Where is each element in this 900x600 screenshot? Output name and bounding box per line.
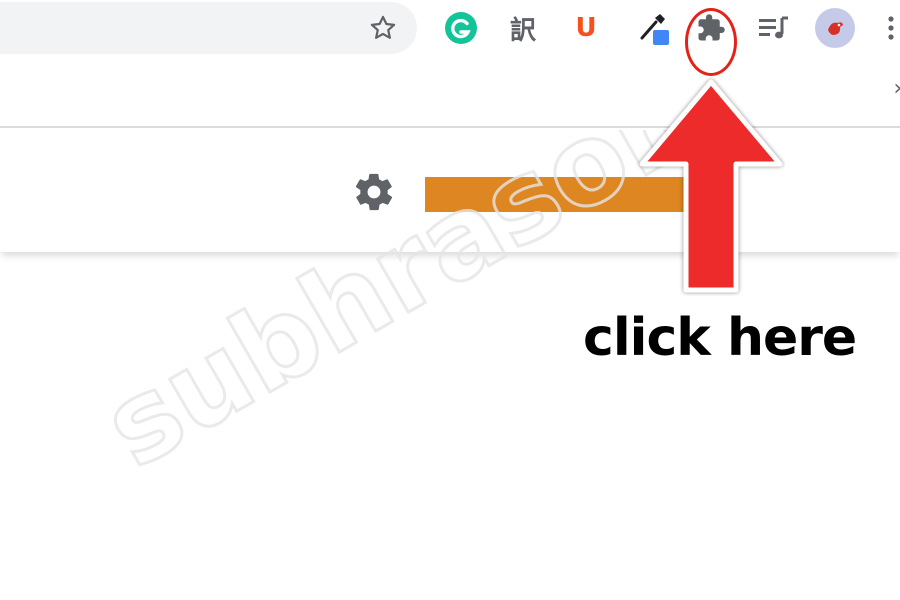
star-outline-icon [370,15,396,39]
bookmarks-bar: » [0,56,900,128]
kanji-translate-icon: 訳 [509,15,536,46]
reading-list-button[interactable] [754,8,794,48]
extensions-puzzle-button[interactable] [691,8,731,48]
settings-button[interactable] [352,170,396,214]
media-queue-icon [759,16,788,39]
browser-screenshot: 訳 U ⁄ subhrasom.com click here [0,0,900,600]
gear-icon [355,173,393,211]
profile-avatar-icon [815,8,855,48]
partial-glyph: ⁄ [729,183,733,204]
browser-toolbar: 訳 U [0,0,900,56]
grammarly-g-icon [445,12,477,44]
translate-extension-button[interactable]: 訳 [503,8,543,48]
bookmarks-overflow-chevron[interactable]: » [894,76,900,101]
kebab-menu-button[interactable] [878,8,900,48]
address-bar[interactable] [0,2,417,54]
color-picker-extension-button[interactable] [636,8,676,48]
eyedropper-icon [640,14,669,45]
grammarly-extension-button[interactable] [441,8,481,48]
redacted-account-bar [425,177,687,212]
u-letter-icon: U [575,13,597,43]
bookmark-star-button[interactable] [363,8,403,48]
kebab-menu-icon [888,16,894,40]
profile-button[interactable] [815,8,855,48]
u-extension-button[interactable]: U [566,8,606,48]
click-here-callout: click here [583,308,857,368]
puzzle-piece-icon [698,14,725,41]
